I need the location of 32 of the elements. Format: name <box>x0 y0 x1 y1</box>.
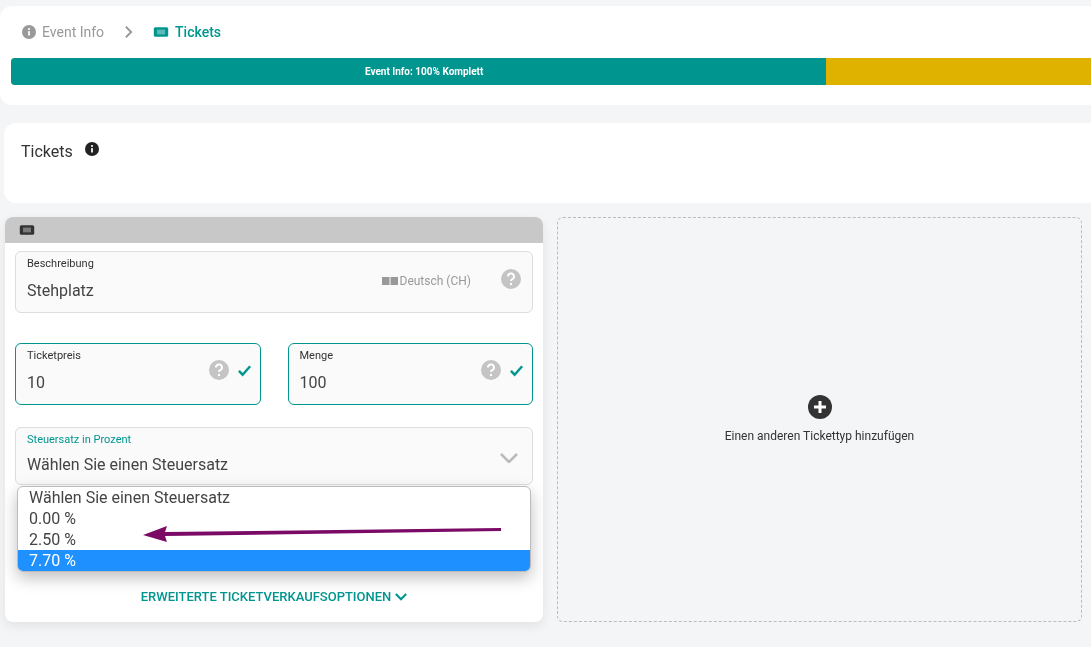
ticket-icon <box>19 224 35 236</box>
translate-icon <box>381 277 398 285</box>
progress-label: Event Info: 100% Komplett <box>364 65 484 79</box>
field-value: 10 <box>27 371 46 394</box>
chevron-right-icon <box>124 25 134 39</box>
ticket-icon <box>153 26 170 38</box>
chevron-down-icon <box>395 592 408 601</box>
plus-circle-icon <box>807 394 832 419</box>
number-field[interactable]: Menge 100 <box>287 343 533 405</box>
description-field[interactable]: Beschreibung Stehplatz Deutsch (CH) <box>15 251 533 313</box>
add-ticket-type-button[interactable]: Einen anderen Tickettyp hinzufügen <box>557 217 1082 622</box>
number-field[interactable]: Ticketpreis 10 <box>15 343 261 405</box>
field-value: Stehplatz <box>27 279 95 302</box>
field-label: Menge <box>299 348 335 364</box>
dropdown-option[interactable]: 0.00 % <box>18 508 530 529</box>
dropdown-option[interactable]: 2.50 % <box>18 529 530 550</box>
field-label: Steuersatz in Prozent <box>27 432 133 448</box>
breadcrumb-step[interactable]: Tickets <box>153 21 221 43</box>
chevron-down-icon <box>500 453 518 463</box>
field-value: 100 <box>299 371 328 394</box>
help-icon[interactable] <box>481 360 501 380</box>
field-label: Ticketpreis <box>27 348 82 364</box>
info-icon <box>84 142 99 156</box>
field-label: Beschreibung <box>27 256 95 272</box>
field-value: Wählen Sie einen Steuersatz <box>27 453 230 476</box>
tax-select[interactable]: Steuersatz in Prozent Wählen Sie einen Steuersatz <box>15 427 533 485</box>
help-icon[interactable] <box>501 269 521 289</box>
help-icon[interactable] <box>208 360 229 380</box>
advanced-options-link[interactable]: ERWEITERTE TICKETVERKAUFSOPTIONEN <box>140 587 408 607</box>
section-title: Tickets <box>21 141 73 163</box>
info-icon <box>22 25 36 39</box>
dropdown-option[interactable]: Wählen Sie einen Steuersatz <box>18 487 530 508</box>
